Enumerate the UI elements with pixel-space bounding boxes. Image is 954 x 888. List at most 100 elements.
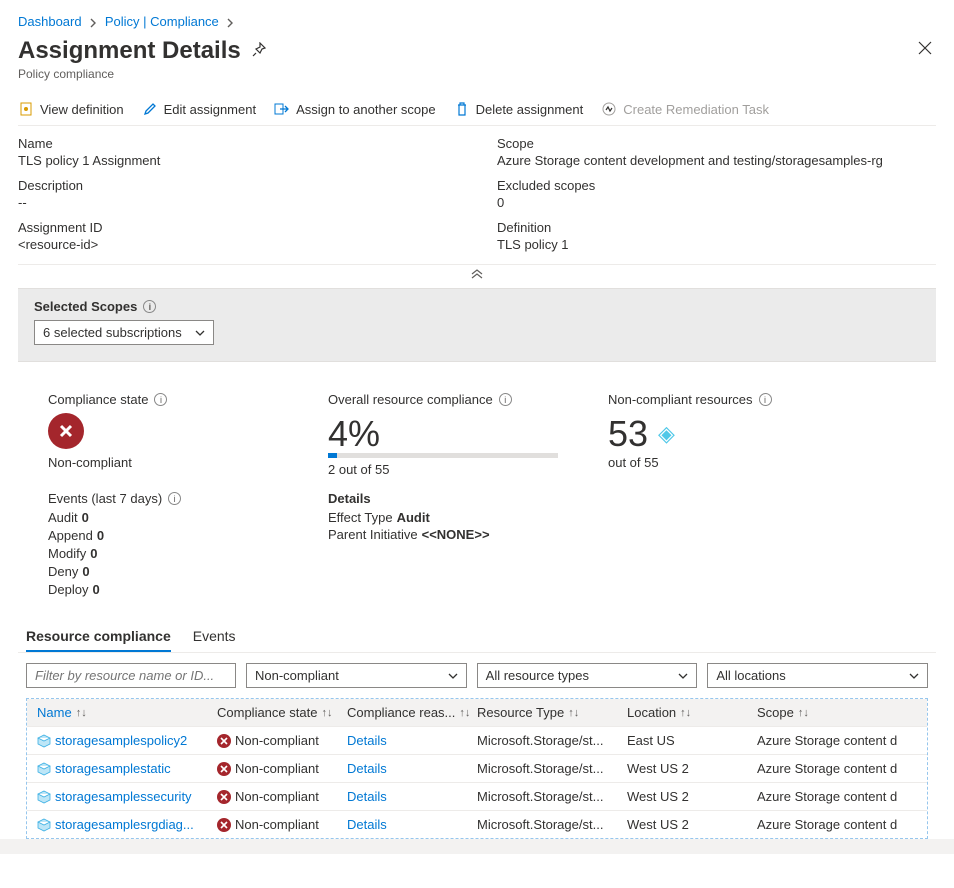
- col-reason[interactable]: Compliance reas...↑↓: [343, 705, 473, 720]
- view-definition-button[interactable]: View definition: [18, 101, 124, 117]
- event-append-label: Append: [48, 528, 93, 543]
- event-append-value: 0: [97, 528, 104, 543]
- col-name[interactable]: Name↑↓: [33, 705, 213, 720]
- compliance-state-cell: Non-compliant: [213, 733, 343, 748]
- event-audit-value: 0: [82, 510, 89, 525]
- table-row[interactable]: storagesamplestaticNon-compliant Details M…: [27, 754, 927, 782]
- overall-compliance-sub: 2 out of 55: [328, 462, 558, 477]
- storage-icon: [37, 762, 51, 776]
- compliance-state-cell: Non-compliant: [213, 761, 343, 776]
- tab-resource-compliance[interactable]: Resource compliance: [26, 628, 171, 652]
- effect-type-value: Audit: [397, 510, 430, 525]
- resource-type-filter[interactable]: All resource types: [477, 663, 698, 688]
- resource-type-cell: Microsoft.Storage/st...: [473, 761, 623, 776]
- details-link[interactable]: Details: [347, 761, 387, 776]
- resource-table: Name↑↓ Compliance state↑↓ Compliance rea…: [26, 698, 928, 839]
- details-link[interactable]: Details: [347, 789, 387, 804]
- page-subtitle: Policy compliance: [18, 67, 267, 81]
- assignment-id-label: Assignment ID: [18, 220, 457, 235]
- table-row[interactable]: storagesamplesrgdiag...Non-compliantDeta…: [27, 810, 927, 838]
- resource-name-link[interactable]: storagesamplestatic: [33, 761, 213, 776]
- overall-compliance-percent: 4%: [328, 413, 558, 455]
- details-link[interactable]: Details: [347, 733, 387, 748]
- assign-scope-button[interactable]: Assign to another scope: [274, 101, 435, 117]
- info-icon[interactable]: i: [759, 393, 772, 406]
- details-link[interactable]: Details: [347, 817, 387, 832]
- compliance-reason-cell: Details: [343, 817, 473, 832]
- chevron-right-icon: [226, 14, 234, 29]
- event-modify-value: 0: [90, 546, 97, 561]
- document-icon: [18, 101, 34, 117]
- resource-name-link[interactable]: storagesamplespolicy2: [33, 733, 213, 748]
- scope-label: Scope: [497, 136, 936, 151]
- storage-icon: [37, 734, 51, 748]
- name-value: TLS policy 1 Assignment: [18, 153, 457, 168]
- collapse-toggle[interactable]: [18, 265, 936, 288]
- assignment-id-value: <resource-id>: [18, 237, 457, 252]
- scope-value: Azure Storage content development and te…: [497, 153, 936, 168]
- noncompliant-resources-label: Non-compliant resources: [608, 392, 753, 407]
- breadcrumb-dashboard[interactable]: Dashboard: [18, 14, 82, 29]
- noncompliant-sub: out of 55: [608, 455, 838, 470]
- filter-input[interactable]: [26, 663, 236, 688]
- resource-name-link[interactable]: storagesamplessecurity: [33, 789, 213, 804]
- compliance-state-filter[interactable]: Non-compliant: [246, 663, 467, 688]
- col-location[interactable]: Location↑↓: [623, 705, 753, 720]
- col-scope[interactable]: Scope↑↓: [753, 705, 921, 720]
- location-cell: West US 2: [623, 761, 753, 776]
- location-filter[interactable]: All locations: [707, 663, 928, 688]
- event-deploy-label: Deploy: [48, 582, 88, 597]
- sort-icon: ↑↓: [76, 707, 87, 719]
- chevron-up-double-icon: [470, 269, 484, 279]
- table-row[interactable]: storagesamplespolicy2Non-compliant Detail…: [27, 726, 927, 754]
- pin-icon[interactable]: [251, 37, 267, 65]
- chevron-down-icon: [909, 668, 919, 683]
- compliance-reason-cell: Details: [343, 761, 473, 776]
- col-state[interactable]: Compliance state↑↓: [213, 705, 343, 720]
- resource-name-link[interactable]: storagesamplesrgdiag...: [33, 817, 213, 832]
- cube-icon: ◈: [658, 421, 675, 447]
- table-row[interactable]: storagesamplessecurityNon-compliantDetai…: [27, 782, 927, 810]
- create-remediation-button: Create Remediation Task: [601, 101, 769, 117]
- description-value: --: [18, 195, 457, 210]
- effect-type-label: Effect Type: [328, 510, 393, 525]
- info-icon[interactable]: i: [154, 393, 167, 406]
- info-icon[interactable]: i: [499, 393, 512, 406]
- location-cell: East US: [623, 733, 753, 748]
- compliance-reason-cell: Details: [343, 733, 473, 748]
- excluded-scopes-value: 0: [497, 195, 936, 210]
- close-button[interactable]: [914, 37, 936, 62]
- edit-assignment-button[interactable]: Edit assignment: [142, 101, 257, 117]
- info-icon[interactable]: i: [168, 492, 181, 505]
- event-deny-label: Deny: [48, 564, 78, 579]
- chevron-down-icon: [448, 668, 458, 683]
- resource-type-cell: Microsoft.Storage/st...: [473, 789, 623, 804]
- selected-scopes-bar: Selected Scopes i 6 selected subscriptio…: [18, 288, 936, 362]
- breadcrumb-policy-compliance[interactable]: Policy | Compliance: [105, 14, 219, 29]
- sort-icon: ↑↓: [568, 707, 579, 719]
- page-title: Assignment Details: [18, 37, 267, 65]
- event-audit-label: Audit: [48, 510, 78, 525]
- definition-value: TLS policy 1: [497, 237, 936, 252]
- compliance-state-label: Compliance state: [48, 392, 148, 407]
- definition-label: Definition: [497, 220, 936, 235]
- selected-subscriptions-dropdown[interactable]: 6 selected subscriptions: [34, 320, 214, 345]
- sort-icon: ↑↓: [798, 707, 809, 719]
- info-icon[interactable]: i: [143, 300, 156, 313]
- pencil-icon: [142, 101, 158, 117]
- delete-assignment-button[interactable]: Delete assignment: [454, 101, 584, 117]
- parent-initiative-value: <<NONE>>: [422, 527, 490, 542]
- overall-compliance-label: Overall resource compliance: [328, 392, 493, 407]
- compliance-state-value: Non-compliant: [48, 455, 278, 470]
- remediation-icon: [601, 101, 617, 117]
- event-modify-label: Modify: [48, 546, 86, 561]
- col-type[interactable]: Resource Type↑↓: [473, 705, 623, 720]
- horizontal-scrollbar[interactable]: [0, 839, 954, 854]
- tab-events[interactable]: Events: [193, 628, 236, 652]
- scope-cell: Azure Storage content d: [753, 733, 921, 748]
- chevron-right-icon: [89, 14, 97, 29]
- breadcrumb: Dashboard Policy | Compliance: [18, 14, 936, 29]
- selected-scopes-label: Selected Scopes: [34, 299, 137, 314]
- event-deny-value: 0: [82, 564, 89, 579]
- storage-icon: [37, 818, 51, 832]
